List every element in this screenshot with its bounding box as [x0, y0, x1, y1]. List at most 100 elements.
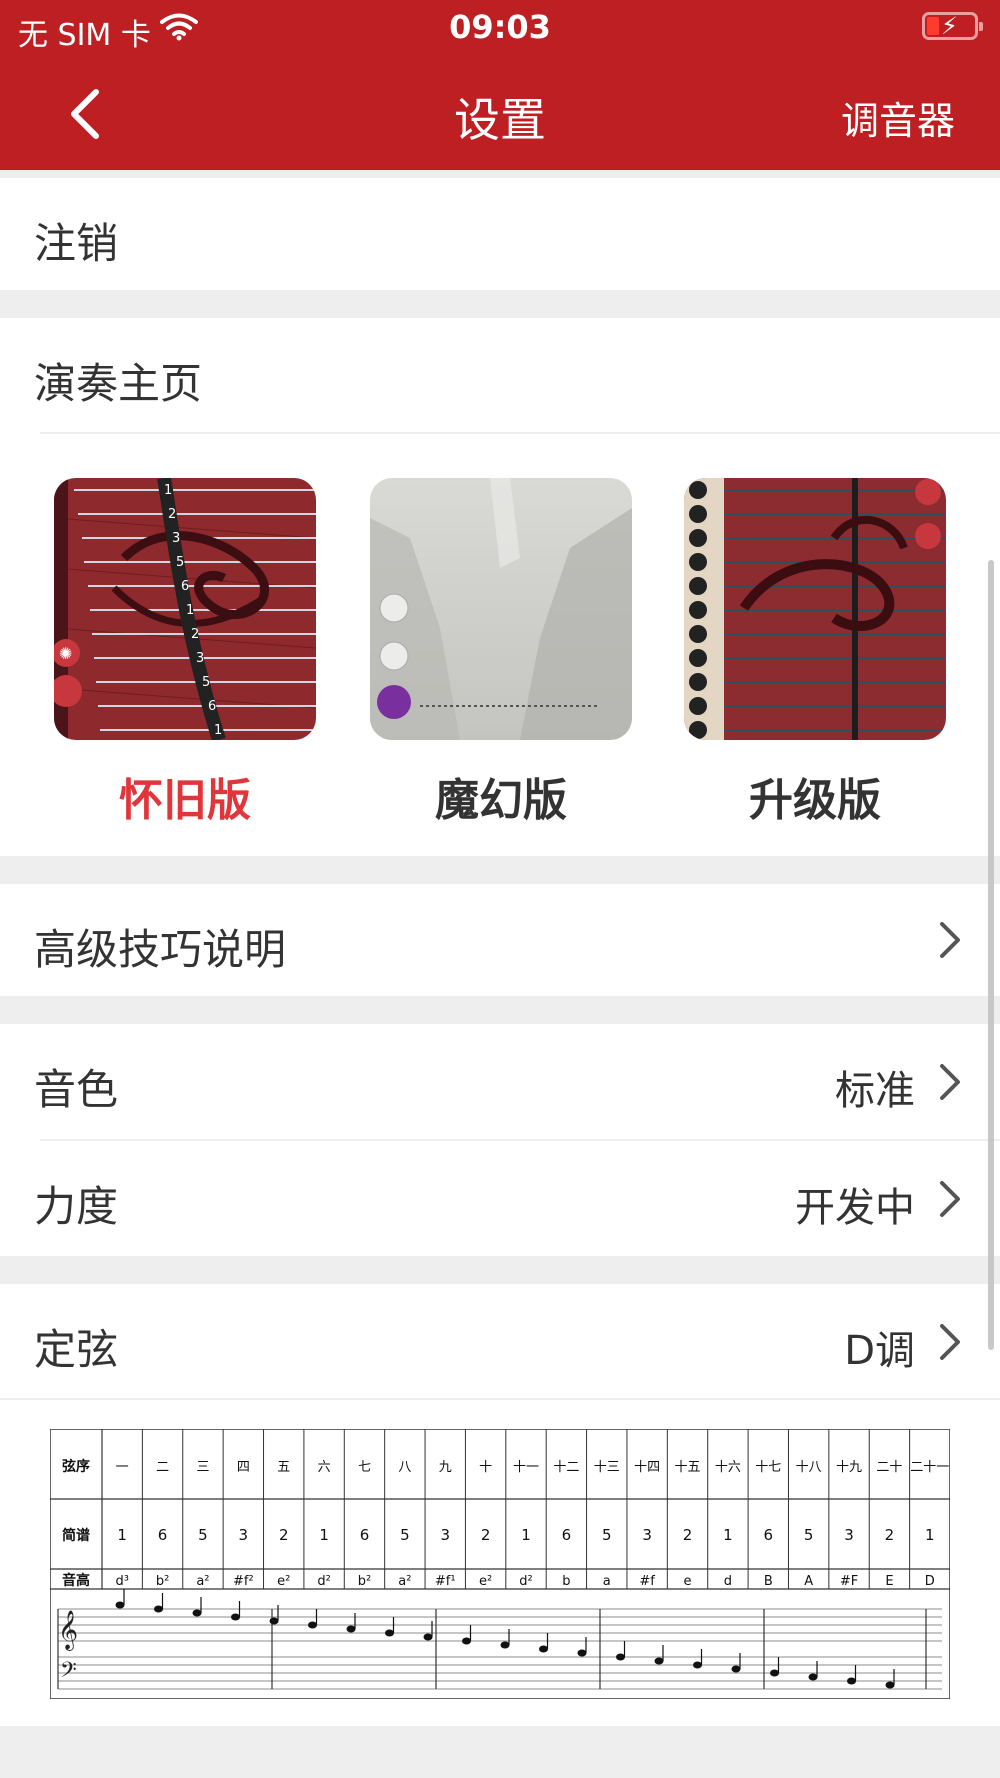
nostalgic-thumbnail: 1 2 3 5 6 1 2 3 5 6 1 ✺	[54, 478, 316, 740]
string-number-cell: 一	[116, 1460, 129, 1475]
staff-note	[462, 1637, 471, 1645]
string-number-cell: 七	[358, 1460, 371, 1475]
string-number-cell: 四	[237, 1460, 250, 1475]
jianpu-cell: 5	[602, 1526, 612, 1544]
string-number-cell: 三	[196, 1460, 209, 1475]
svg-text:1: 1	[186, 603, 194, 618]
svg-text:3: 3	[172, 531, 180, 546]
tuning-value: D调	[844, 1328, 915, 1374]
string-number-cell: 十六	[715, 1460, 741, 1475]
pitch-cell: a²	[196, 1574, 209, 1589]
staff-note	[770, 1669, 779, 1677]
jianpu-cell: 2	[885, 1526, 895, 1544]
pitch-cell: #f	[639, 1574, 655, 1589]
table-header-order: 弦序	[62, 1458, 90, 1475]
table-header-pitch: 音高	[62, 1572, 90, 1589]
staff-note	[308, 1621, 317, 1629]
jianpu-cell: 1	[925, 1526, 935, 1544]
theme-magic[interactable]: 魔幻版	[370, 478, 632, 826]
string-number-cell: 二	[156, 1460, 169, 1475]
jianpu-cell: 2	[683, 1526, 693, 1544]
svg-text:1: 1	[164, 483, 172, 498]
advanced-tips-row[interactable]: 高级技巧说明	[0, 884, 1000, 996]
force-row[interactable]: 力度 开发中	[0, 1141, 1000, 1256]
svg-text:2: 2	[168, 507, 176, 522]
string-number-cell: 十八	[796, 1460, 822, 1475]
jianpu-cell: 6	[764, 1526, 774, 1544]
string-number-cell: 十三	[594, 1460, 620, 1475]
magic-thumbnail	[370, 478, 632, 740]
staff-note	[192, 1609, 202, 1617]
battery-icon: ⚡	[922, 12, 983, 40]
sound-section: 音色 标准 力度 开发中	[0, 1024, 1000, 1256]
pitch-cell: b²	[156, 1574, 169, 1589]
svg-text:6: 6	[181, 579, 189, 594]
string-number-cell: 二十一	[910, 1460, 949, 1475]
pitch-cell: D	[925, 1574, 935, 1589]
svg-text:2: 2	[191, 627, 199, 642]
timbre-value: 标准	[835, 1068, 915, 1114]
chevron-right-icon	[940, 1324, 960, 1360]
status-bar: 无 SIM 卡 09:03 ⚡	[0, 0, 1000, 58]
jianpu-cell: 3	[642, 1526, 652, 1544]
timbre-row[interactable]: 音色 标准	[0, 1024, 1000, 1140]
play-home-label: 演奏主页	[34, 359, 203, 408]
tuning-row[interactable]: 定弦 D调	[0, 1284, 1000, 1398]
staff-note	[847, 1677, 856, 1685]
pitch-cell: a	[603, 1574, 611, 1589]
pitch-cell: B	[764, 1574, 773, 1589]
force-value: 开发中	[795, 1185, 915, 1231]
svg-text:5: 5	[176, 555, 184, 570]
string-number-cell: 十九	[836, 1460, 862, 1475]
pitch-cell: d	[724, 1574, 732, 1589]
tuner-button[interactable]: 调音器	[841, 90, 955, 145]
jianpu-cell: 1	[117, 1526, 127, 1544]
treble-clef-icon: 𝄞	[58, 1610, 78, 1651]
staff-note	[346, 1625, 356, 1633]
string-number-cell: 十七	[755, 1460, 781, 1475]
pitch-cell: e²	[277, 1574, 290, 1589]
jianpu-cell: 2	[279, 1526, 289, 1544]
staff-note	[269, 1617, 279, 1625]
nav-bar: 设置 调音器	[0, 58, 1000, 170]
svg-text:3: 3	[196, 651, 204, 666]
staff-note	[731, 1665, 741, 1673]
pitch-cell: #f²	[233, 1574, 254, 1589]
string-number-cell: 九	[439, 1460, 452, 1475]
staff-note	[500, 1641, 510, 1649]
logout-row[interactable]: 注销	[0, 178, 1000, 290]
divider	[40, 432, 1000, 434]
theme-upgraded[interactable]: 升级版	[684, 478, 946, 826]
jianpu-cell: 1	[723, 1526, 733, 1544]
jianpu-cell: 2	[481, 1526, 491, 1544]
pitch-cell: E	[885, 1574, 893, 1589]
staff-note	[654, 1657, 664, 1665]
upgraded-thumbnail	[684, 478, 946, 740]
pitch-cell: e²	[479, 1574, 492, 1589]
staff-note	[154, 1605, 163, 1613]
chevron-right-icon	[940, 1181, 960, 1217]
jianpu-cell: 6	[360, 1526, 370, 1544]
string-number-cell: 十	[479, 1460, 492, 1475]
theme-nostalgic[interactable]: 1 2 3 5 6 1 2 3 5 6 1 ✺ 怀旧版	[54, 478, 316, 826]
jianpu-cell: 1	[521, 1526, 531, 1544]
pitch-cell: b	[562, 1574, 570, 1589]
string-number-cell: 十一	[513, 1460, 539, 1475]
staff-note	[577, 1649, 587, 1657]
string-number-cell: 二十	[876, 1460, 902, 1475]
tuning-chart: 弦序 简谱 音高 一 1 d³ 二 6 b² 三 5 a² 四 3 #f² 五 2 e² 六 1 d² 七 6 b² 八 5…	[50, 1429, 950, 1699]
status-time: 09:03	[449, 8, 551, 46]
divider	[0, 1398, 1000, 1400]
scrollbar[interactable]	[988, 560, 994, 1350]
pitch-cell: #F	[840, 1574, 858, 1589]
chevron-right-icon	[940, 1064, 960, 1100]
jianpu-cell: 5	[804, 1526, 814, 1544]
staff-note	[693, 1661, 702, 1669]
pitch-cell: #f¹	[435, 1574, 456, 1589]
string-number-cell: 五	[277, 1460, 290, 1475]
svg-text:1: 1	[214, 723, 222, 738]
string-number-cell: 八	[398, 1460, 411, 1475]
jianpu-cell: 6	[158, 1526, 168, 1544]
tuning-section: 定弦 D调 弦序 简谱 音高 一 1 d³ 二 6 b² 三 5 a² 四 3 #f² 五 2 e² 六 1 d²…	[0, 1284, 1000, 1726]
jianpu-cell: 3	[440, 1526, 450, 1544]
